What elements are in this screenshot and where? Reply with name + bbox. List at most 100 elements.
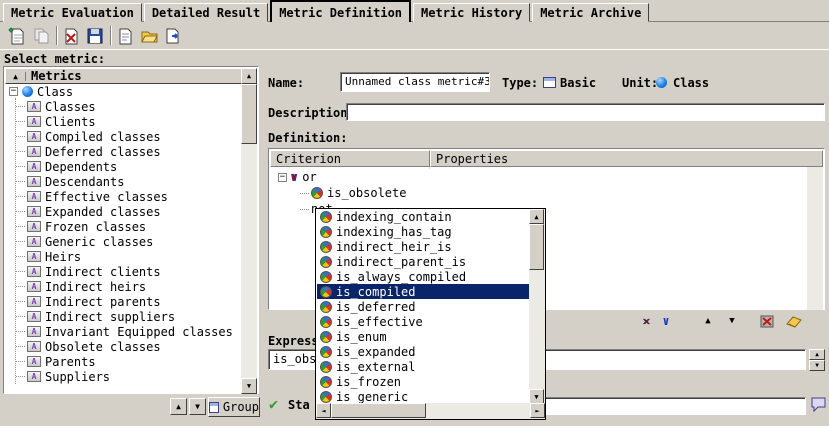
dropdown-item-is-deferred[interactable]: is_deferred xyxy=(317,299,529,314)
dropdown-item-indirect-parent-is[interactable]: indirect_parent_is xyxy=(317,254,529,269)
group-toggle-button[interactable]: Group xyxy=(208,397,260,417)
definition-row-label: is_obsolete xyxy=(327,186,406,200)
tree-item-compiled-classes[interactable]: ACompiled classes xyxy=(5,129,242,144)
properties-column-header[interactable]: Properties xyxy=(430,150,823,167)
dropdown-scroll-right-icon[interactable]: ► xyxy=(530,403,545,418)
tree-item-expanded-classes[interactable]: AExpanded classes xyxy=(5,204,242,219)
dropdown-item-is-generic[interactable]: is_generic xyxy=(317,389,529,404)
status-label: Sta xyxy=(288,398,310,412)
expression-scroll-up-icon[interactable]: ▲ xyxy=(809,349,825,360)
move-criterion-down-button[interactable]: ▼ xyxy=(722,312,742,330)
tree-line xyxy=(16,211,25,212)
collapse-icon[interactable]: − xyxy=(278,173,287,182)
tree-line xyxy=(16,136,25,137)
metrics-column-header[interactable]: ▲ Metrics xyxy=(5,68,242,84)
move-criterion-up-button[interactable]: ▲ xyxy=(698,312,718,330)
move-metric-up-button[interactable]: ▲ xyxy=(170,398,187,415)
metrics-header-label: Metrics xyxy=(26,69,82,83)
dropdown-item-indirect-heir-is[interactable]: indirect_heir_is xyxy=(317,239,529,254)
tree-line xyxy=(16,226,25,227)
tree-item-indirect-parents[interactable]: AIndirect parents xyxy=(5,294,242,309)
dropdown-scroll-thumb[interactable] xyxy=(529,224,544,270)
expression-scroll-down-icon[interactable]: ▼ xyxy=(809,360,825,371)
criterion-dropdown-list: indexing_containindexing_has_tagindirect… xyxy=(317,209,529,404)
definition-scrollbar[interactable] xyxy=(807,167,823,310)
erase-definition-button[interactable] xyxy=(784,312,804,330)
tree-item-heirs[interactable]: AHeirs xyxy=(5,249,242,264)
tab-metric-history[interactable]: Metric History xyxy=(413,3,530,22)
definition-row-is-obsolete[interactable]: is_obsolete xyxy=(270,185,806,201)
dropdown-item-is-enum[interactable]: is_enum xyxy=(317,329,529,344)
group-icon xyxy=(209,402,219,413)
tree-line xyxy=(16,316,25,317)
definition-row-or[interactable]: − ∨ or xyxy=(270,169,806,185)
tree-item-indirect-suppliers[interactable]: AIndirect suppliers xyxy=(5,309,242,324)
tree-item-indirect-clients[interactable]: AIndirect clients xyxy=(5,264,242,279)
tree-item-dependents[interactable]: ADependents xyxy=(5,159,242,174)
save-metric-button[interactable] xyxy=(84,25,106,47)
dropdown-item-is-always-compiled[interactable]: is_always_compiled xyxy=(317,269,529,284)
criterion-column-header[interactable]: Criterion xyxy=(270,150,430,167)
open-metric-folder-button[interactable] xyxy=(138,25,160,47)
tree-item-obsolete-classes[interactable]: AObsolete classes xyxy=(5,339,242,354)
collapse-icon[interactable]: − xyxy=(9,87,18,96)
dropdown-item-indexing-contain[interactable]: indexing_contain xyxy=(317,209,529,224)
dropdown-vscrollbar[interactable]: ▲ ▼ xyxy=(529,209,545,405)
dropdown-scroll-up-icon[interactable]: ▲ xyxy=(529,209,544,224)
tab-metric-archive[interactable]: Metric Archive xyxy=(532,3,649,22)
toolbar xyxy=(0,23,829,50)
dropdown-scroll-left-icon[interactable]: ◄ xyxy=(316,403,331,418)
dropdown-item-is-external[interactable]: is_external xyxy=(317,359,529,374)
metric-tool-window: Metric EvaluationDetailed ResultMetric D… xyxy=(0,0,829,426)
tree-item-indirect-heirs[interactable]: AIndirect heirs xyxy=(5,279,242,294)
tree-scroll-thumb[interactable] xyxy=(241,84,257,144)
metric-icon: A xyxy=(27,281,41,292)
or-operator-button[interactable]: ∨ xyxy=(656,312,676,330)
delete-metric-button[interactable] xyxy=(60,25,82,47)
criterion-icon xyxy=(320,391,332,403)
tab-detailed-result[interactable]: Detailed Result xyxy=(144,3,268,22)
criterion-icon xyxy=(320,361,332,373)
export-metric-button[interactable] xyxy=(162,25,184,47)
tree-item-class[interactable]: −Class xyxy=(5,84,242,99)
dropdown-item-is-expanded[interactable]: is_expanded xyxy=(317,344,529,359)
metric-icon: A xyxy=(27,191,41,202)
move-metric-down-button[interactable]: ▼ xyxy=(189,398,206,415)
copy-metric-button[interactable] xyxy=(30,25,52,47)
tree-item-clients[interactable]: AClients xyxy=(5,114,242,129)
tree-line xyxy=(16,166,25,167)
tree-item-invariant-equipped-classes[interactable]: AInvariant Equipped classes xyxy=(5,324,242,339)
criterion-icon xyxy=(320,226,332,238)
tree-item-deferred-classes[interactable]: ADeferred classes xyxy=(5,144,242,159)
dropdown-item-is-frozen[interactable]: is_frozen xyxy=(317,374,529,389)
description-input[interactable] xyxy=(346,103,825,121)
comment-icon[interactable] xyxy=(810,396,827,416)
name-input[interactable]: Unnamed class metric#3 xyxy=(340,72,490,92)
tree-line xyxy=(16,151,25,152)
tab-metric-evaluation[interactable]: Metric Evaluation xyxy=(3,3,142,22)
tree-item-descendants[interactable]: ADescendants xyxy=(5,174,242,189)
dropdown-hscrollbar[interactable]: ◄ ► xyxy=(316,403,545,419)
tree-scroll-up-icon[interactable]: ▲ xyxy=(241,68,257,84)
tree-item-parents[interactable]: AParents xyxy=(5,354,242,369)
dropdown-item-indexing-has-tag[interactable]: indexing_has_tag xyxy=(317,224,529,239)
new-metric-button[interactable] xyxy=(6,25,28,47)
tree-scrollbar[interactable]: ▲ ▼ xyxy=(241,68,257,394)
group-button-label: Group xyxy=(223,400,259,414)
and-operator-button[interactable]: ✕ xyxy=(636,312,656,330)
tab-metric-definition[interactable]: Metric Definition xyxy=(270,0,411,22)
import-metric-button[interactable] xyxy=(114,25,136,47)
tree-item-generic-classes[interactable]: AGeneric classes xyxy=(5,234,242,249)
metric-icon: A xyxy=(27,371,41,382)
tree-item-suppliers[interactable]: ASuppliers xyxy=(5,369,242,384)
dropdown-scroll-down-icon[interactable]: ▼ xyxy=(529,389,544,404)
dropdown-item-is-compiled[interactable]: is_compiled xyxy=(317,284,529,299)
dropdown-item-is-effective[interactable]: is_effective xyxy=(317,314,529,329)
remove-criterion-button[interactable] xyxy=(758,312,778,330)
tree-scroll-down-icon[interactable]: ▼ xyxy=(241,378,257,394)
tree-item-classes[interactable]: AClasses xyxy=(5,99,242,114)
tree-item-frozen-classes[interactable]: AFrozen classes xyxy=(5,219,242,234)
tree-item-effective-classes[interactable]: AEffective classes xyxy=(5,189,242,204)
description-label: Description: xyxy=(268,106,355,120)
dropdown-hscroll-thumb[interactable] xyxy=(331,403,426,418)
